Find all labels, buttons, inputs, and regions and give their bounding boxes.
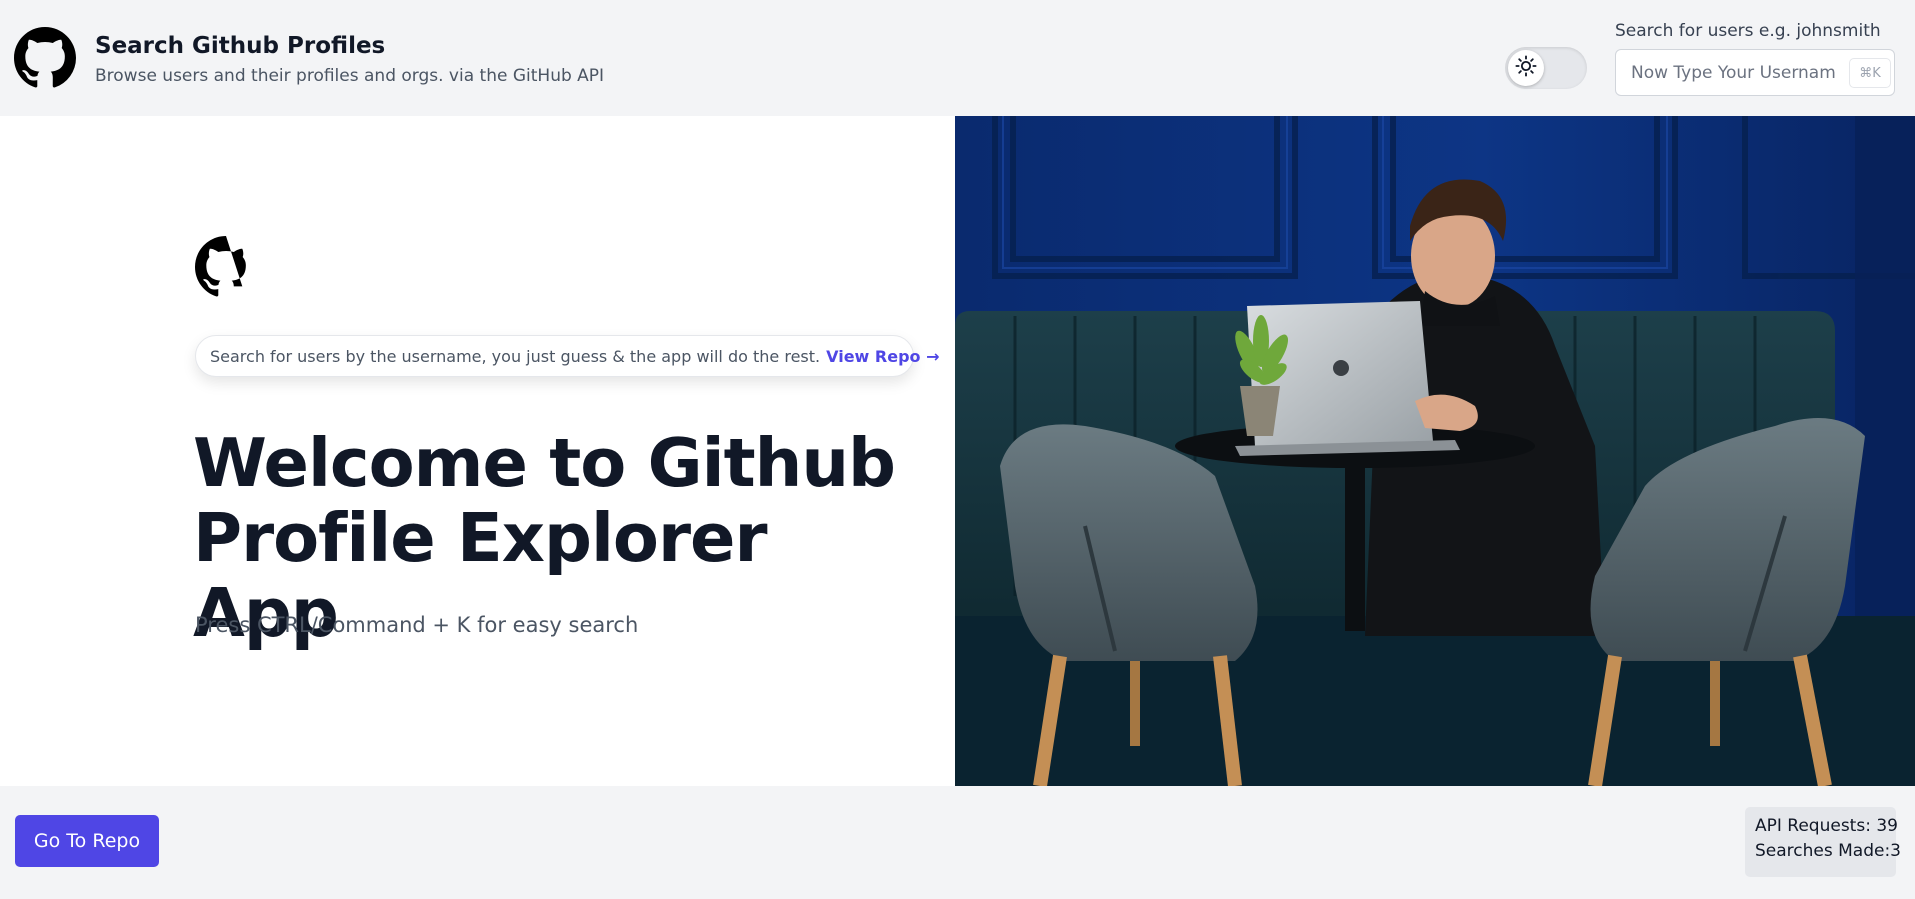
top-header: Search Github Profiles Browse users and … bbox=[0, 0, 1915, 116]
searches-made-count: Searches Made:3 bbox=[1755, 841, 1902, 861]
app-subtitle: Browse users and their profiles and orgs… bbox=[95, 66, 605, 86]
hero-title-line1: Welcome to Github bbox=[193, 424, 896, 502]
api-requests-count: API Requests: 39 bbox=[1755, 816, 1898, 836]
theme-toggle[interactable] bbox=[1505, 47, 1587, 89]
api-stats-panel: API Requests: 39 Searches Made:3 bbox=[1745, 807, 1902, 877]
sun-icon bbox=[1515, 55, 1537, 81]
github-octocat-icon bbox=[195, 236, 257, 298]
username-search-input[interactable] bbox=[1616, 50, 1836, 95]
app-title: Search Github Profiles bbox=[95, 33, 386, 59]
hero-photo bbox=[955, 116, 1915, 786]
footer: Go To Repo API Requests: 39 Searches Mad… bbox=[0, 786, 1915, 899]
github-logo-icon[interactable] bbox=[14, 27, 76, 89]
announcement-pill: Search for users by the username, you ju… bbox=[195, 335, 940, 377]
search-label: Search for users e.g. johnsmith bbox=[1615, 21, 1881, 41]
hero-section: Search for users by the username, you ju… bbox=[0, 116, 955, 786]
go-to-repo-button[interactable]: Go To Repo bbox=[15, 815, 159, 867]
search-box: ⌘K bbox=[1615, 49, 1895, 96]
announcement-text: Search for users by the username, you ju… bbox=[210, 346, 821, 366]
view-repo-link[interactable]: View Repo → bbox=[826, 347, 939, 366]
shortcut-hint: ⌘K bbox=[1849, 58, 1891, 88]
hero-subtitle: Press CTRL/Command + K for easy search bbox=[195, 613, 639, 637]
toggle-knob[interactable] bbox=[1508, 50, 1544, 86]
